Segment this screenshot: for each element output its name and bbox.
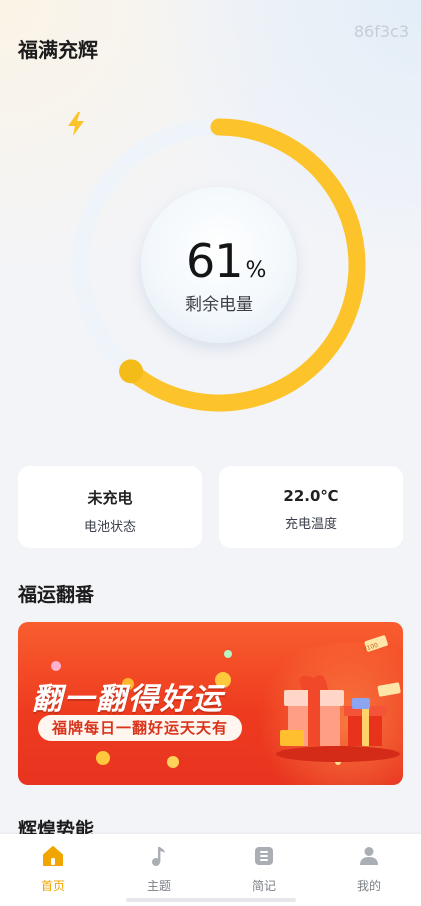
charge-temperature-value: 22.0℃ (283, 487, 339, 505)
nav-label-mine: 我的 (356, 879, 381, 893)
battery-status-label: 电池状态 (83, 520, 136, 535)
banner-headline: 翻一翻得好运 (32, 682, 224, 717)
charge-temperature-card[interactable]: 22.0℃ 充电温度 (219, 466, 403, 548)
id-tag: 86f3c3 (353, 22, 409, 41)
nav-item-home[interactable]: 首页 (23, 844, 83, 894)
battery-percent: 61 % (186, 234, 266, 288)
nav-item-mine[interactable]: 我的 (339, 844, 399, 894)
lightning-icon (68, 112, 84, 136)
nav-label-theme: 主题 (146, 879, 171, 893)
section-title-lucky: 福运翻番 (18, 584, 95, 606)
battery-percent-unit: % (245, 258, 267, 283)
battery-gauge: 61 % 剩余电量 (66, 112, 372, 418)
battery-status-card[interactable]: 未充电 电池状态 (18, 466, 202, 548)
person-icon (360, 847, 378, 865)
battery-label: 剩余电量 (185, 295, 253, 315)
nav-label-home: 首页 (40, 879, 65, 893)
banner-subtitle: 福牌每日一翻好运天天有 (38, 715, 243, 741)
home-icon (43, 846, 63, 866)
charge-temperature-label: 充电温度 (284, 517, 337, 532)
battery-percent-value: 61 (186, 234, 244, 288)
note-icon (255, 847, 273, 865)
coupon-icon (352, 698, 370, 709)
ring-knob (119, 359, 144, 384)
lucky-flip-banner[interactable]: 翻一翻得好运 福牌每日一翻好运天天有 ¥100 (18, 622, 403, 785)
gift-box-icon (276, 674, 400, 762)
music-note-icon (152, 847, 165, 866)
battery-status-value: 未充电 (87, 489, 133, 507)
home-indicator[interactable] (126, 898, 296, 902)
bottom-navigation: 首页 主题 简记 我的 (0, 834, 421, 906)
page-title: 福满充辉 (18, 38, 98, 62)
nav-item-theme[interactable]: 主题 (129, 844, 189, 894)
nav-label-note: 简记 (251, 879, 276, 893)
nav-item-note[interactable]: 简记 (234, 844, 294, 894)
